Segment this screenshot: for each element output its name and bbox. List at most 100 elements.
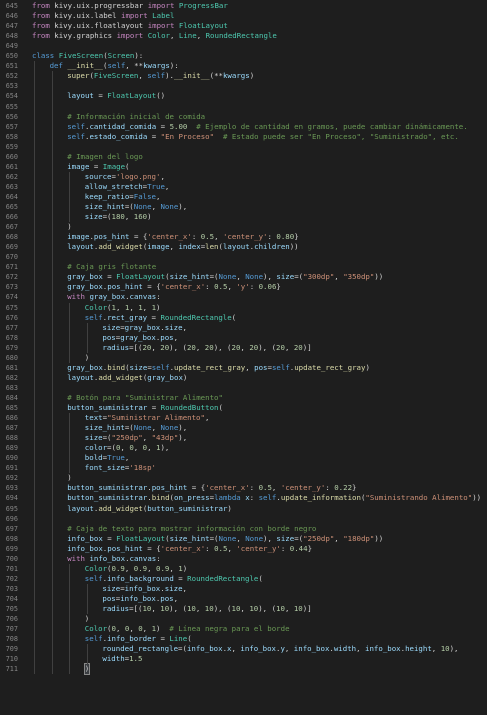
code-token: ( <box>258 573 263 583</box>
code-token: : <box>205 282 215 292</box>
code-line[interactable]: 670 <box>0 252 487 262</box>
code-token: info_box <box>186 644 223 654</box>
line-number: 704 <box>5 594 18 603</box>
code-line[interactable]: 674 with gray_box.canvas: <box>0 292 487 302</box>
code-token: 180 <box>111 212 125 222</box>
code-line[interactable]: 649 <box>0 41 487 51</box>
code-line[interactable]: 662 source='logo.png', <box>0 172 487 182</box>
code-line[interactable]: 657 self.cantidad_comida = 5.00 # Ejemplo… <box>0 122 487 132</box>
code-line[interactable]: 678 pos=gray_box.pos, <box>0 333 487 343</box>
code-token: RoundedButton <box>160 403 219 412</box>
line-code: font_size='18sp' <box>85 463 156 473</box>
code-line[interactable]: 664 keep_ratio=False, <box>0 192 487 202</box>
code-line[interactable]: 707 Color(0, 0, 0, 1) # Línea negra para … <box>0 624 487 634</box>
code-token: = <box>102 272 117 282</box>
code-line[interactable]: 688 size=("250dp", "43dp"), <box>0 433 487 443</box>
code-line[interactable]: 661 image = Image( <box>0 162 487 172</box>
code-line[interactable]: 708 self.info_border = Line( <box>0 634 487 644</box>
code-line[interactable]: 689 color=(0, 0, 0, 1), <box>0 443 487 453</box>
code-line[interactable]: 704 pos=info_box.pos, <box>0 594 487 604</box>
line-number: 678 <box>5 333 18 342</box>
code-line[interactable]: 668 image.pos_hint = {'center_x': 0.5, 'c… <box>0 232 487 242</box>
code-line[interactable]: 646 from kivy.uix.label import Label <box>0 11 487 21</box>
code-line[interactable]: 673 gray_box.pos_hint = {'center_x': 0.5,… <box>0 282 487 292</box>
code-line[interactable]: 645 from kivy.uix.progressbar import Prog… <box>0 1 487 11</box>
code-line[interactable]: 711) <box>0 663 487 676</box>
code-line[interactable]: 690 bold=True, <box>0 453 487 463</box>
code-line[interactable]: 681 gray_box.bind(size=self.update_rect_g… <box>0 363 487 373</box>
code-line[interactable]: 686 text="Suministrar Alimento", <box>0 413 487 423</box>
code-token: , <box>431 644 441 654</box>
code-line[interactable]: 660 # Imagen del logo <box>0 152 487 162</box>
code-line[interactable]: 679 radius=[(20, 20), (20, 20), (20, 20),… <box>0 343 487 353</box>
code-line[interactable]: 705 radius=[(10, 10), (10, 10), (10, 10),… <box>0 604 487 614</box>
code-token: )) <box>472 493 482 503</box>
code-line[interactable]: 697 # Caja de texto para mostrar informac… <box>0 524 487 534</box>
line-number: 688 <box>5 434 18 443</box>
code-line[interactable]: 656 # Información inicial de comida <box>0 112 487 122</box>
code-line[interactable]: 651 def __init__(self, **kwargs): <box>0 61 487 71</box>
code-line[interactable]: 677 size=gray_box.size, <box>0 323 487 333</box>
code-line[interactable]: 650 class FiveScreen(Screen): <box>0 51 487 61</box>
line-number: 710 <box>5 655 18 664</box>
code-line[interactable]: 682 layout.add_widget(gray_box) <box>0 373 487 383</box>
line-code: Color(1, 1, 1, 1) <box>85 303 161 313</box>
code-line[interactable]: 659 <box>0 142 487 152</box>
code-line[interactable]: 700 with info_box.canvas: <box>0 554 487 564</box>
code-line[interactable]: 676 self.rect_gray = RoundedRectangle( <box>0 313 487 323</box>
code-line[interactable]: 666 size=(180, 160) <box>0 212 487 222</box>
code-line[interactable]: 703 size=info_box.size, <box>0 584 487 594</box>
code-token: FiveScreen <box>58 51 104 61</box>
code-line[interactable]: 680) <box>0 353 487 363</box>
code-token: import <box>121 11 148 21</box>
code-line[interactable]: 706) <box>0 614 487 624</box>
code-token: pos <box>254 362 268 372</box>
code-line[interactable]: 693 button_suministrar.pos_hint = {'cente… <box>0 483 487 493</box>
code-line[interactable]: 658 self.estado_comida = "En Proceso" # E… <box>0 132 487 142</box>
code-line[interactable]: 698 info_box = FloatLayout(size_hint=(Non… <box>0 534 487 544</box>
code-token: : <box>156 292 161 302</box>
line-code: self.rect_gray = RoundedRectangle( <box>85 313 236 323</box>
code-line[interactable]: 683 <box>0 383 487 393</box>
code-token: ), <box>263 533 277 543</box>
code-line[interactable]: 684 # Botón para "Suministrar Alimento" <box>0 393 487 403</box>
code-token: 'center_y' <box>236 543 281 553</box>
indent-guide <box>86 644 88 665</box>
line-code: size=(180, 160) <box>85 212 152 222</box>
code-line[interactable]: 696 <box>0 514 487 524</box>
code-line[interactable]: 710 width=1.5 <box>0 654 487 664</box>
code-line[interactable]: 648 from kivy.graphics import Color, Line… <box>0 31 487 41</box>
code-token: add_widget <box>98 242 143 252</box>
code-line[interactable]: 655 <box>0 102 487 112</box>
code-line[interactable]: 669 layout.add_widget(image, index=len(la… <box>0 242 487 252</box>
code-token: =( <box>124 202 134 211</box>
code-token: 0.5 <box>200 232 215 242</box>
code-line[interactable]: 699 info_box.pos_hint = {'center_x': 0.5,… <box>0 544 487 554</box>
code-line[interactable]: 685 button_suministrar = RoundedButton( <box>0 403 487 413</box>
code-line[interactable]: 695 layout.add_widget(button_suministrar) <box>0 504 487 514</box>
code-token: ) <box>84 352 90 362</box>
code-line[interactable]: 702 self.info_background = RoundedRectang… <box>0 574 487 584</box>
code-line[interactable]: 675 Color(1, 1, 1, 1) <box>0 303 487 313</box>
code-line[interactable]: 663 allow_stretch=True, <box>0 182 487 192</box>
code-token: pos_hint <box>107 543 143 553</box>
code-line[interactable]: 694 button_suministrar.bind(on_press=lamb… <box>0 493 487 503</box>
code-token: None <box>218 272 237 282</box>
code-line[interactable]: 667) <box>0 222 487 232</box>
code-line[interactable]: 653 <box>0 81 487 91</box>
code-line[interactable]: 691 font_size='18sp' <box>0 463 487 473</box>
code-line[interactable]: 692) <box>0 473 487 483</box>
code-token: ) <box>67 473 72 483</box>
code-line[interactable]: 671 # Caja gris flotante <box>0 262 487 272</box>
code-line[interactable]: 654 layout = FloatLayout() <box>0 91 487 101</box>
code-line[interactable]: 672 gray_box = FloatLayout(size_hint=(Non… <box>0 272 487 282</box>
code-line[interactable]: 687 size_hint=(None, None), <box>0 423 487 433</box>
line-number: 645 <box>5 2 18 10</box>
code-line[interactable]: 665 size_hint=(None, None), <box>0 202 487 212</box>
code-line[interactable]: 647 from kivy.uix.floatlayout import Floa… <box>0 21 487 31</box>
code-editor[interactable]: 645 from kivy.uix.progressbar import Prog… <box>0 0 487 715</box>
code-line[interactable]: 652 super(FiveScreen, self).__init__(**kw… <box>0 71 487 81</box>
code-line[interactable]: 701 Color(0.9, 0.9, 0.9, 1) <box>0 564 487 574</box>
code-token: pos <box>102 332 116 342</box>
code-line[interactable]: 709 rounded_rectangle=(info_box.x, info_b… <box>0 644 487 654</box>
